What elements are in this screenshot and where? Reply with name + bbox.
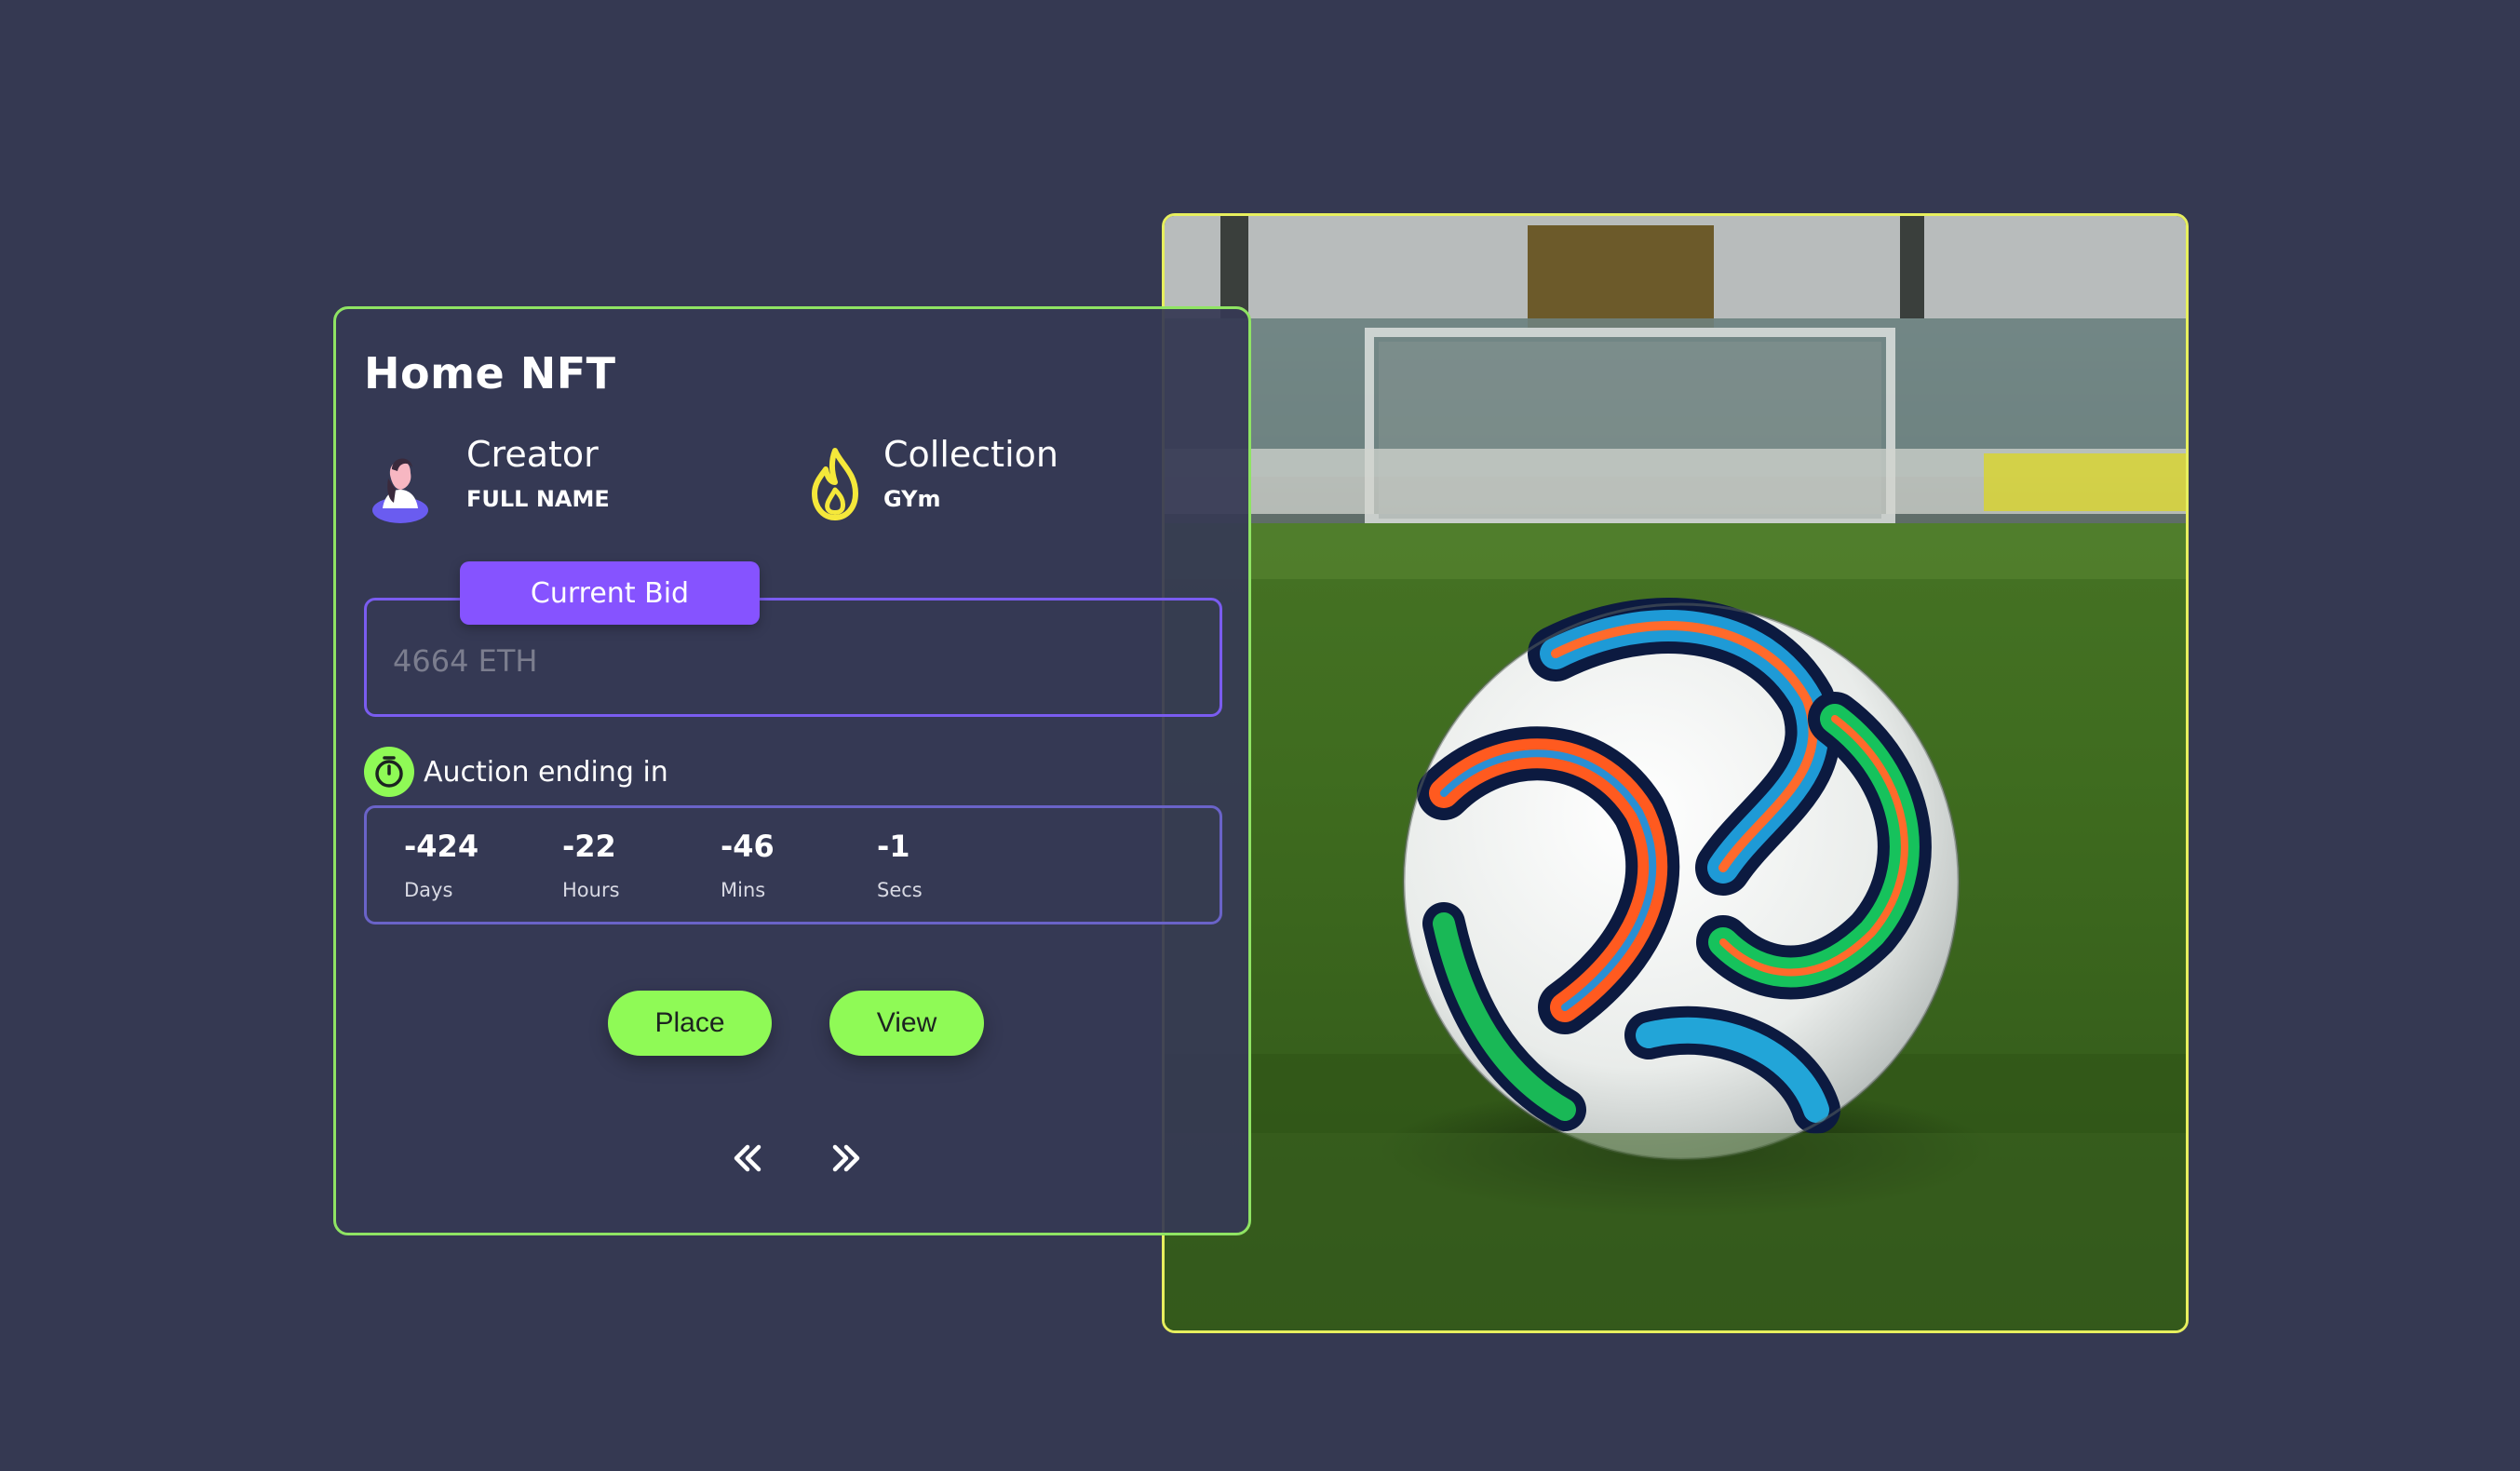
creator-label: Creator [466,434,599,475]
next-button[interactable] [824,1136,869,1181]
place-bid-button[interactable]: Place [608,991,772,1056]
collection-label: Collection [883,434,1058,475]
flame-icon [812,448,858,520]
view-button[interactable]: View [829,991,984,1056]
current-bid-value: 4664 ETH [393,643,538,679]
nft-auction-card: Home NFT Creator FULL NAME Collection GY… [333,306,1251,1235]
countdown-days: -424 Days [404,829,479,901]
countdown-hours: -22 Hours [562,829,620,901]
double-chevron-right-icon [832,1144,860,1172]
person-avatar-icon [372,458,428,523]
collection-name: GYm [883,486,941,512]
countdown-mins: -46 Mins [721,829,775,901]
double-chevron-left-icon [734,1144,761,1172]
previous-button[interactable] [725,1136,770,1181]
countdown: -424 Days -22 Hours -46 Mins -1 Secs [364,805,1222,924]
nft-image [1162,213,2189,1333]
auction-label: Auction ending in [424,756,668,789]
card-title: Home NFT [364,348,616,398]
current-bid-field: Current Bid 4664 ETH [364,561,1222,717]
current-bid-tab: Current Bid [460,561,760,625]
stopwatch-icon [364,747,414,797]
countdown-secs: -1 Secs [877,829,923,901]
creator-name: FULL NAME [466,486,610,512]
